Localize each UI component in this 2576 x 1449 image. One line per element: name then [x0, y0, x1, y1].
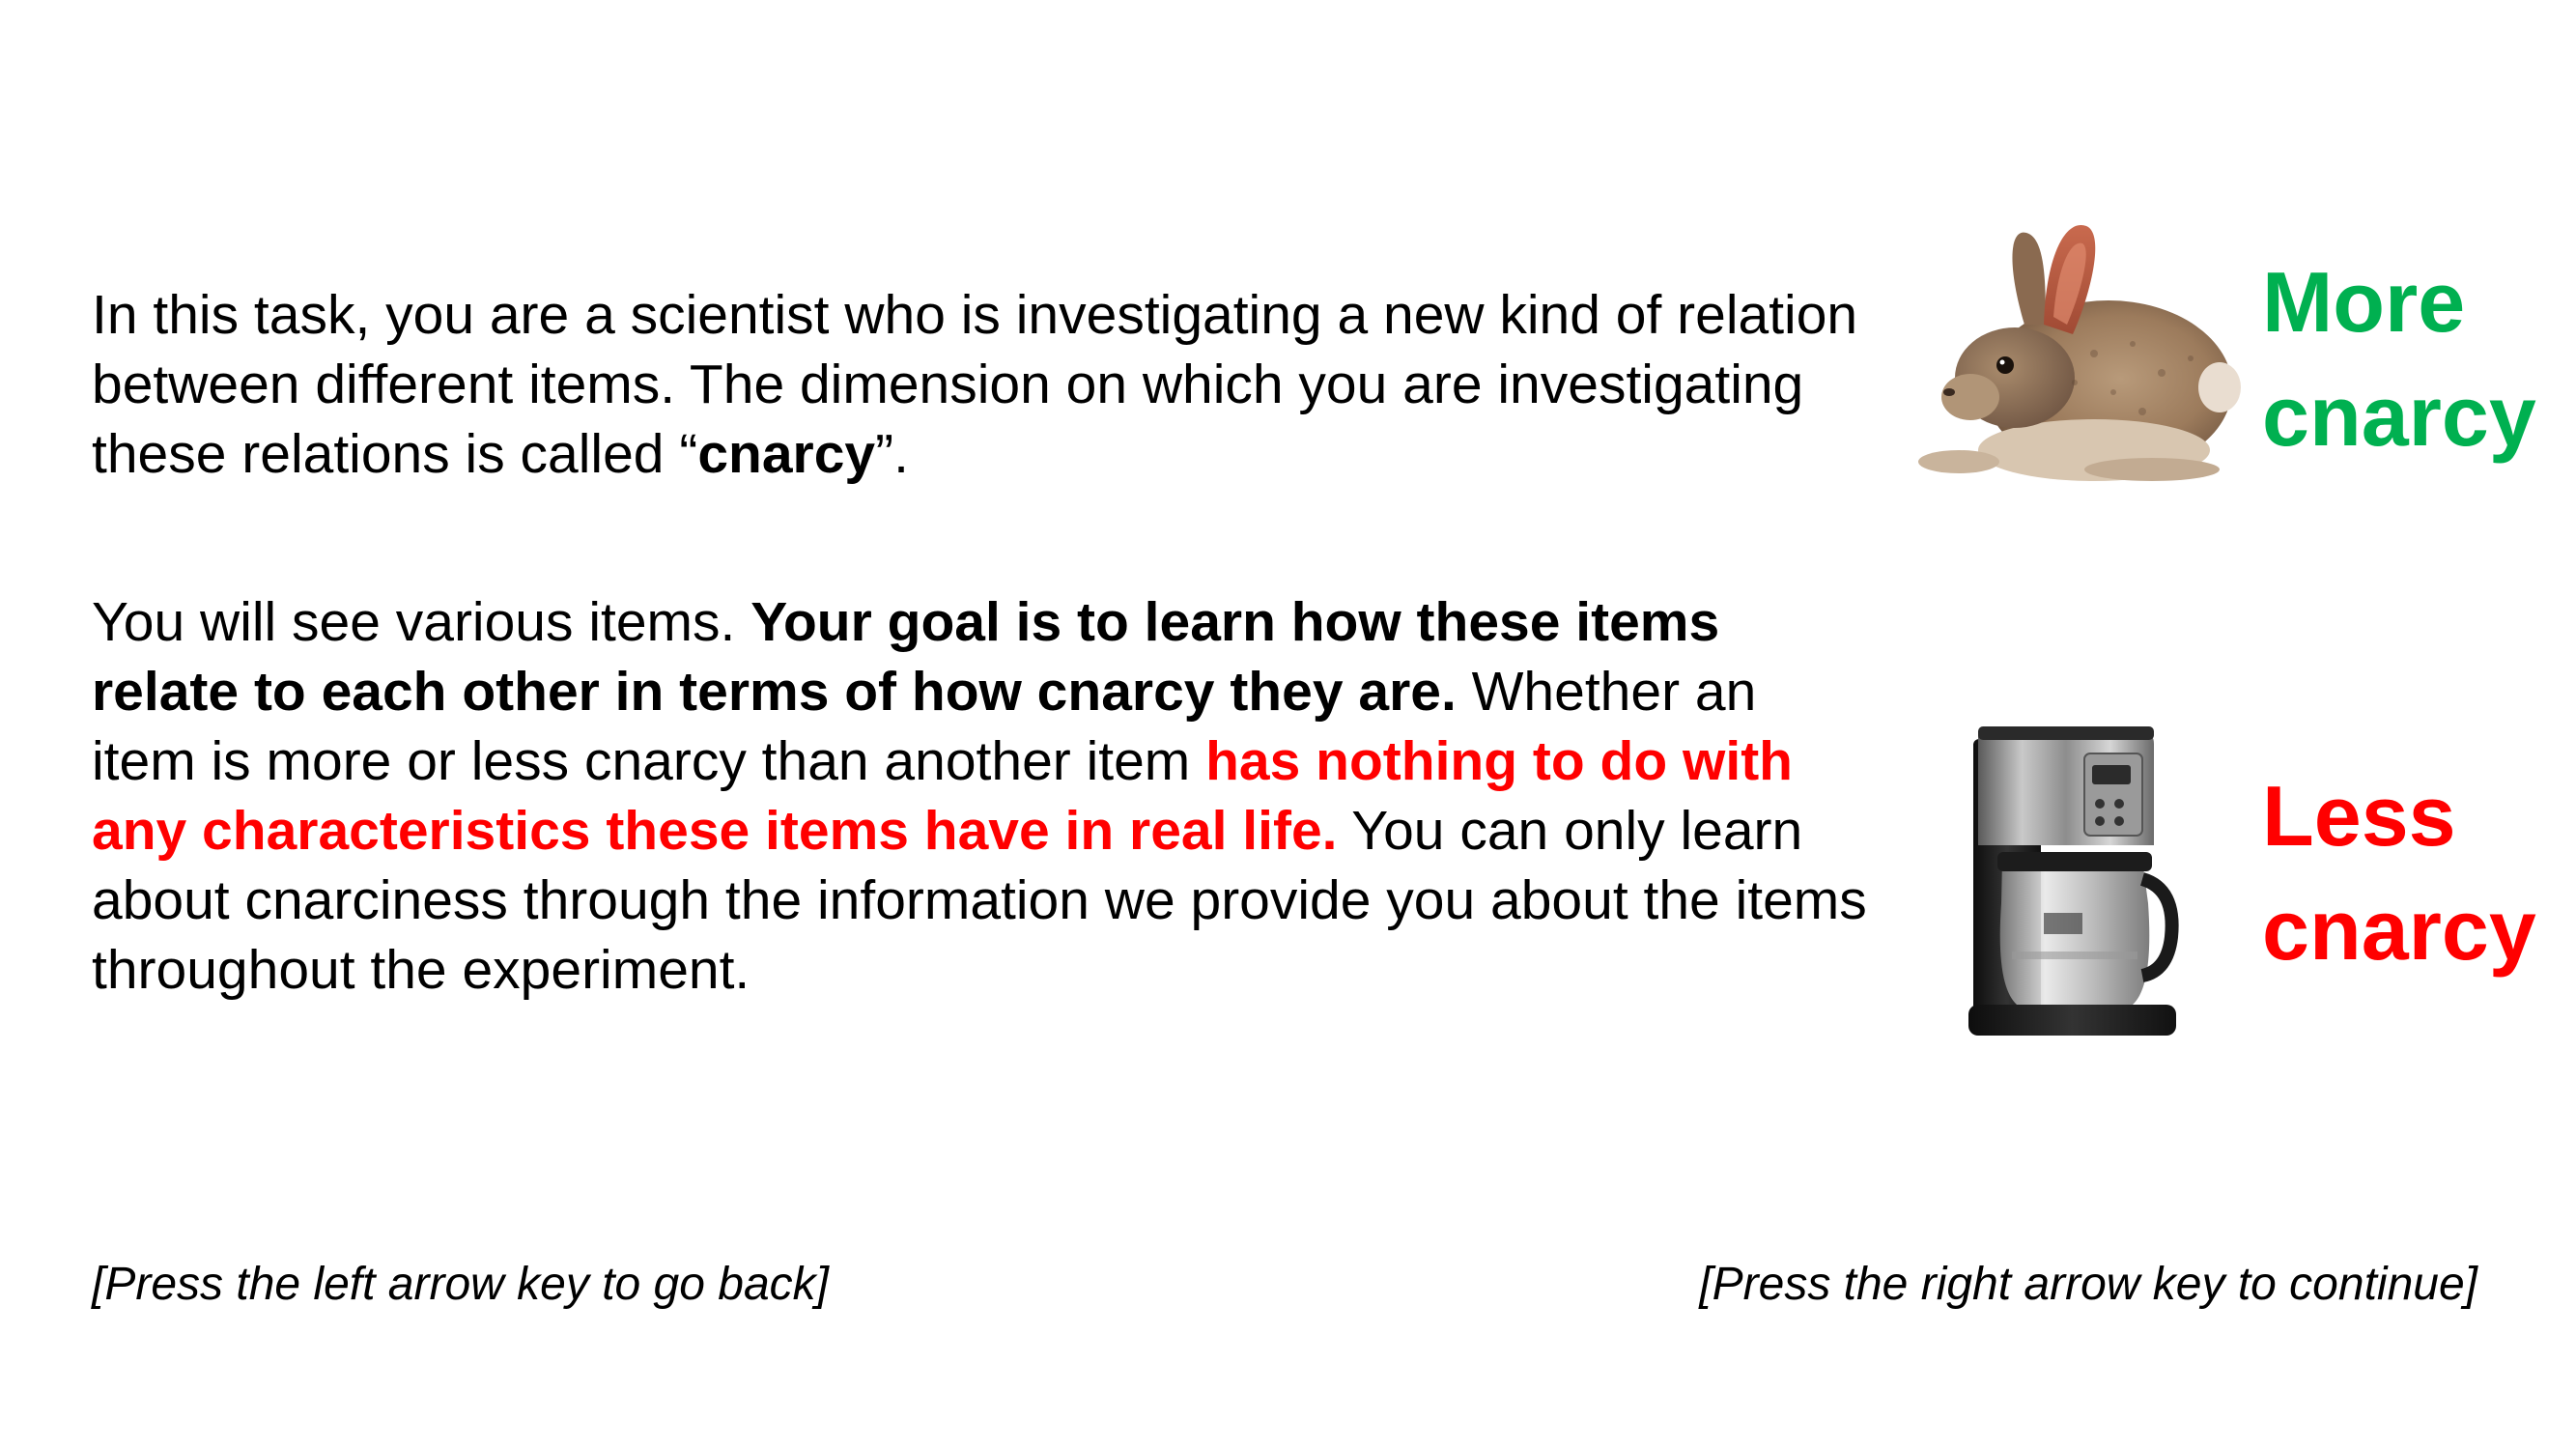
less-label-line2: cnarcy [2262, 882, 2536, 978]
intro-text: You will see various items. [92, 591, 751, 653]
nav-back-hint: [Press the left arrow key to go back] [92, 1259, 830, 1310]
nav-continue-hint: [Press the right arrow key to continue] [1699, 1259, 2477, 1310]
intro-text-end: ”. [875, 423, 909, 485]
more-label-line2: cnarcy [2262, 368, 2536, 464]
rabbit-icon [1918, 224, 2241, 481]
coffee-maker-image [1901, 715, 2241, 1053]
less-cnarcy-label: Less cnarcy [2262, 759, 2571, 987]
intro-paragraph-2: You will see various items. Your goal is… [92, 587, 1874, 1005]
intro-text: In this task, you are a scientist who is… [92, 284, 1858, 485]
rabbit-image [1901, 189, 2241, 508]
intro-paragraph-1: In this task, you are a scientist who is… [92, 280, 1874, 489]
term-cnarcy: cnarcy [697, 423, 876, 485]
coffee-maker-icon [1968, 726, 2179, 1036]
more-label-line1: More [2262, 254, 2466, 350]
more-cnarcy-label: More cnarcy [2262, 245, 2571, 473]
less-label-line1: Less [2262, 768, 2456, 864]
